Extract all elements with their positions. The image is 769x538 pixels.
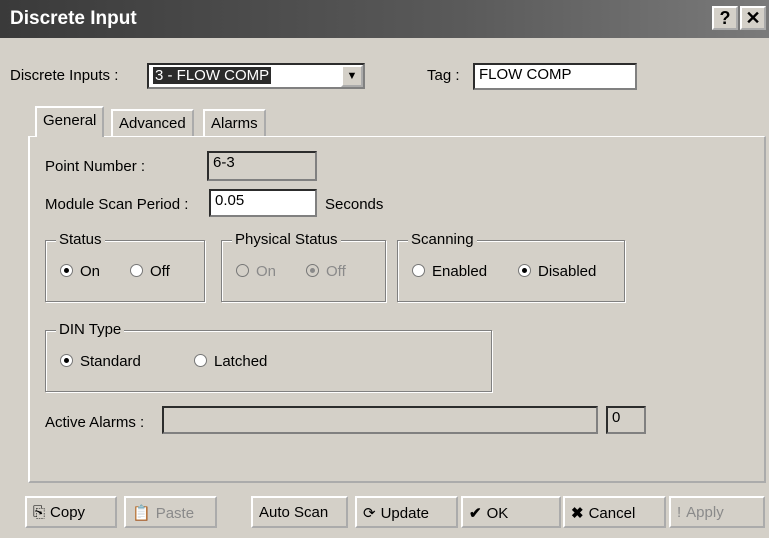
copy-icon: ⎘: [33, 504, 46, 521]
refresh-icon: ⟳: [363, 505, 376, 522]
update-label: Update: [380, 505, 429, 522]
apply-button: ! Apply: [669, 496, 765, 528]
status-group: Status On Off: [45, 231, 205, 302]
tab-advanced[interactable]: Advanced: [111, 109, 194, 137]
point-number-field: 6-3: [207, 151, 317, 181]
cancel-label: Cancel: [588, 505, 636, 522]
tab-alarms[interactable]: Alarms: [203, 109, 266, 137]
radio-empty-icon: [130, 264, 143, 277]
scanning-enabled-radio[interactable]: Enabled: [412, 263, 487, 280]
radio-selected-icon: [518, 264, 531, 277]
status-off-radio[interactable]: Off: [130, 263, 170, 280]
scanning-disabled-label: Disabled: [538, 263, 597, 280]
exclamation-icon: !: [677, 504, 682, 521]
active-alarms-field: [162, 406, 598, 434]
apply-label: Apply: [686, 504, 724, 521]
paste-icon: 📋: [132, 505, 151, 522]
physical-on-label: On: [256, 263, 277, 280]
x-icon: ✖: [571, 505, 584, 522]
physical-status-title: Physical Status: [232, 231, 341, 248]
din-standard-radio[interactable]: Standard: [60, 353, 141, 370]
radio-empty-icon: [412, 264, 425, 277]
din-latched-label: Latched: [214, 353, 268, 370]
scanning-enabled-label: Enabled: [432, 263, 488, 280]
physical-on-radio: On: [236, 263, 276, 280]
ok-button[interactable]: ✔ OK: [461, 496, 561, 528]
active-alarms-count: 0: [606, 406, 646, 434]
cancel-button[interactable]: ✖ Cancel: [563, 496, 666, 528]
paste-button: 📋 Paste: [124, 496, 217, 528]
radio-empty-icon: [194, 354, 207, 367]
title-bar[interactable]: Discrete Input ? ✕: [0, 0, 769, 38]
radio-selected-icon: [306, 264, 319, 277]
radio-selected-icon: [60, 264, 73, 277]
din-standard-label: Standard: [80, 353, 141, 370]
close-button[interactable]: ✕: [740, 6, 766, 30]
scan-period-label: Module Scan Period :: [45, 196, 189, 213]
physical-off-radio: Off: [306, 263, 346, 280]
discrete-inputs-select[interactable]: 3 - FLOW COMP ▼: [147, 63, 365, 89]
chevron-down-icon[interactable]: ▼: [341, 65, 363, 87]
auto-scan-label: Auto Scan: [259, 504, 329, 521]
paste-label: Paste: [155, 505, 195, 522]
window-title: Discrete Input: [10, 8, 137, 29]
din-latched-radio[interactable]: Latched: [194, 353, 267, 370]
scanning-disabled-radio[interactable]: Disabled: [518, 263, 596, 280]
din-type-title: DIN Type: [56, 321, 125, 338]
status-title: Status: [56, 231, 105, 248]
din-type-group: DIN Type Standard Latched: [45, 321, 492, 392]
status-on-radio[interactable]: On: [60, 263, 100, 280]
scan-period-input[interactable]: 0.05: [209, 189, 317, 217]
checkmark-icon: ✔: [469, 505, 482, 522]
discrete-inputs-label: Discrete Inputs :: [10, 67, 119, 84]
physical-off-label: Off: [326, 263, 346, 280]
point-number-label: Point Number :: [45, 158, 146, 175]
radio-selected-icon: [60, 354, 73, 367]
tab-general[interactable]: General: [35, 106, 105, 137]
radio-empty-icon: [236, 264, 249, 277]
scanning-group: Scanning Enabled Disabled: [397, 231, 625, 302]
auto-scan-button[interactable]: Auto Scan: [251, 496, 348, 528]
ok-label: OK: [486, 505, 509, 522]
status-off-label: Off: [150, 263, 170, 280]
scan-period-unit: Seconds: [325, 196, 384, 213]
copy-label: Copy: [50, 504, 86, 521]
copy-button[interactable]: ⎘ Copy: [25, 496, 117, 528]
help-button[interactable]: ?: [712, 6, 738, 30]
update-button[interactable]: ⟳ Update: [355, 496, 458, 528]
tag-input[interactable]: FLOW COMP: [473, 63, 637, 90]
active-alarms-label: Active Alarms :: [45, 414, 145, 431]
discrete-inputs-value: 3 - FLOW COMP: [153, 67, 272, 84]
scanning-title: Scanning: [408, 231, 477, 248]
status-on-label: On: [80, 263, 101, 280]
tag-label: Tag :: [427, 67, 460, 84]
physical-status-group: Physical Status On Off: [221, 231, 386, 302]
